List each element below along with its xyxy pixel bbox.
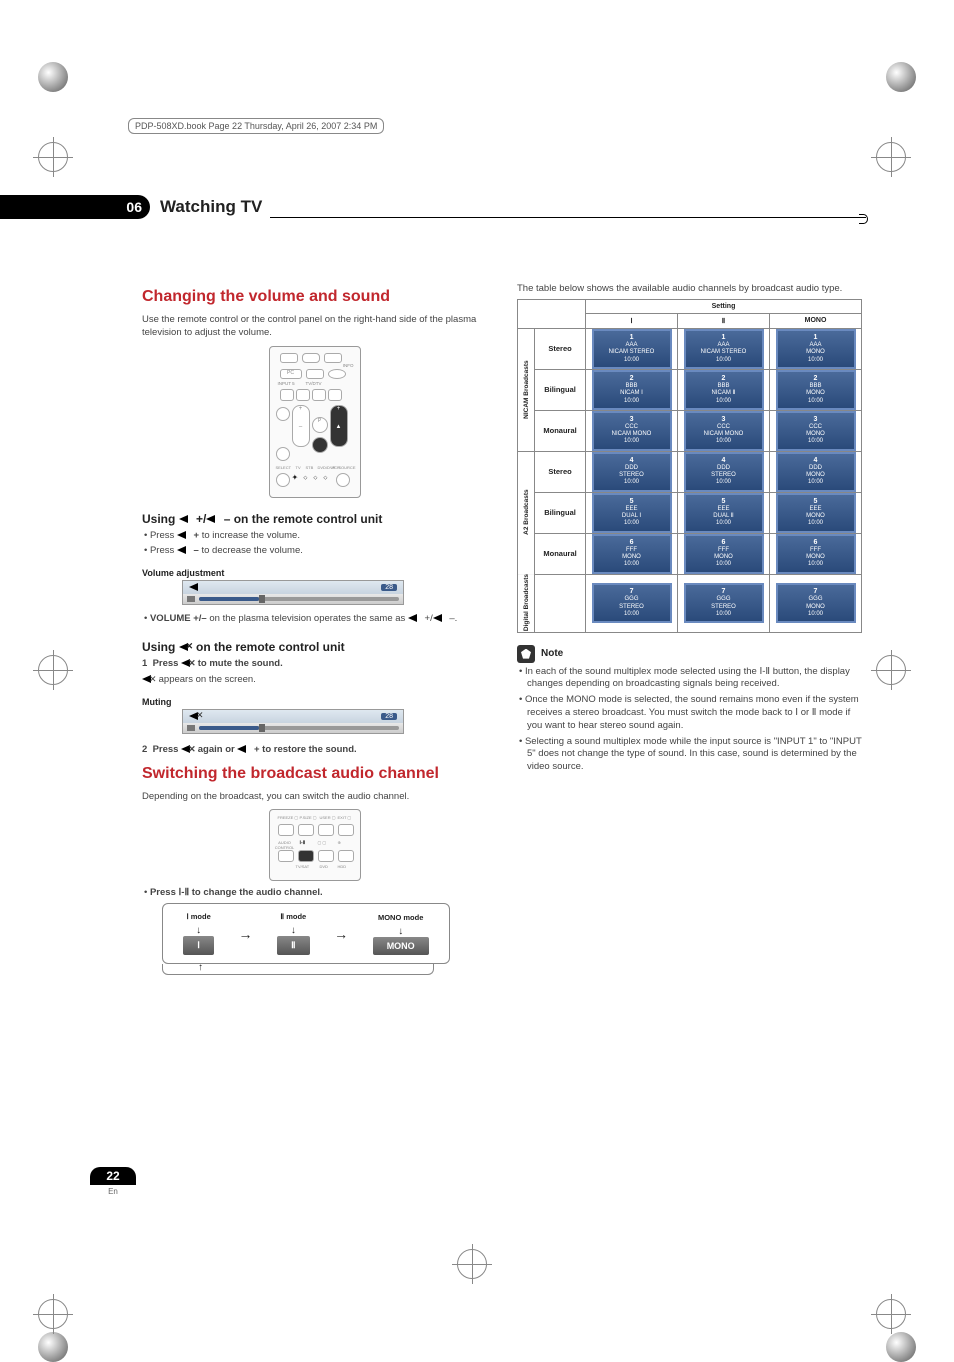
row-bilingual: Bilingual (535, 369, 586, 410)
step-mute-1: 1 Press to mute the sound. (142, 658, 487, 671)
osd-cell: 1AAANICAM STEREO10:00 (592, 329, 672, 369)
heading-using-mute: Using on the remote control unit (142, 640, 487, 654)
osd-mute-value: 28 (381, 713, 397, 720)
left-column: Changing the volume and sound Use the re… (142, 280, 487, 975)
note-label: Note (541, 648, 563, 659)
mode-2-box: Ⅱ (277, 936, 309, 955)
mute-icon (189, 712, 203, 721)
chapter-title: Watching TV (150, 197, 262, 217)
page-language: En (90, 1187, 136, 1196)
chapter-rule (270, 217, 866, 218)
step-mute-2: 2 Press again or + to restore the sound. (142, 744, 487, 757)
note-1: In each of the sound multiplex mode sele… (517, 666, 862, 692)
osd-volume-value: 28 (381, 584, 397, 591)
arrow-icon: → (239, 926, 253, 942)
label-muting: Muting (142, 697, 487, 707)
mode-1-label: Ⅰ mode (183, 912, 214, 921)
label-volume-adjustment: Volume adjustment (142, 568, 487, 578)
th-col-2: Ⅱ (678, 313, 770, 328)
bullet-tv-volume: VOLUME +/– on the plasma television oper… (142, 613, 487, 626)
remote-diagram-audio: FREEZE ▢ P.SIZE ▢ USER ▢ EXIT ▢ AUDIO CO… (269, 809, 361, 881)
crop-mark (876, 655, 916, 695)
bullet-press-change: Press Ⅰ-Ⅱ to change the audio channel. (142, 887, 487, 900)
mode-1-box: Ⅰ (183, 936, 214, 955)
th-setting: Setting (586, 299, 862, 313)
volume-down-icon (206, 515, 220, 524)
right-column: The table below shows the available audi… (517, 280, 862, 975)
volume-icon (189, 583, 203, 592)
chapter-number: 06 (0, 195, 150, 219)
paragraph-switch-intro: Depending on the broadcast, you can swit… (142, 791, 487, 804)
step-mute-1-sub: appears on the screen. (142, 674, 487, 687)
group-nicam: NICAM Broadcasts (518, 328, 535, 451)
note-2: Once the MONO mode is selected, the soun… (517, 694, 862, 732)
mode-cycle-diagram: Ⅰ mode ↓ Ⅰ → Ⅱ mode ↓ Ⅱ → MONO mode ↓ MO… (162, 903, 450, 964)
mute-icon (179, 643, 193, 652)
crop-mark (38, 62, 78, 102)
crop-mark (38, 1249, 78, 1289)
osd-cell: 1AAANICAM STEREO10:00 (684, 329, 764, 369)
crop-mark (876, 62, 916, 102)
crop-mark (38, 655, 78, 695)
volume-up-icon (179, 515, 193, 524)
note-3: Selecting a sound multiplex mode while t… (517, 736, 862, 774)
bullet-vol-decrease: Press – to decrease the volume. (142, 545, 487, 558)
th-col-1: Ⅰ (586, 313, 678, 328)
mode-3-label: MONO mode (373, 913, 429, 922)
arrow-icon: → (334, 926, 348, 942)
paragraph-table-intro: The table below shows the available audi… (517, 283, 862, 296)
chapter-header: 06 Watching TV (0, 195, 866, 219)
page-footer: 22 En (90, 1167, 136, 1196)
page-number: 22 (90, 1167, 136, 1185)
heading-switch-audio: Switching the broadcast audio channel (142, 765, 487, 783)
row-stereo: Stereo (535, 328, 586, 369)
source-file-note: PDP-508XD.book Page 22 Thursday, April 2… (128, 118, 384, 134)
bullet-vol-increase: Press + to increase the volume. (142, 530, 487, 543)
audio-channel-table: Setting Ⅰ Ⅱ MONO NICAM Broadcasts Stereo… (517, 299, 862, 633)
row-monaural: Monaural (535, 410, 586, 451)
group-digital: Digital Broadcasts (518, 574, 535, 632)
paragraph-volume-intro: Use the remote control or the control pa… (142, 314, 487, 340)
osd-volume-bar: 28 (182, 580, 404, 605)
mode-2-label: Ⅱ mode (277, 912, 309, 921)
mode-3-box: MONO (373, 937, 429, 955)
note-heading: Note (517, 645, 862, 663)
group-a2: A2 Broadcasts (518, 451, 535, 574)
th-col-3: MONO (770, 313, 862, 328)
heading-using-vol-buttons: Using +/ – on the remote control unit (142, 512, 487, 526)
remote-diagram-volume: INFO PC INPUT 5 TV/DTV +– P +▲ SELECT TV… (269, 346, 361, 498)
crop-mark (876, 1249, 916, 1289)
note-icon (517, 645, 535, 663)
crop-mark (457, 1249, 497, 1289)
heading-volume: Changing the volume and sound (142, 288, 487, 306)
osd-muting-bar: 28 (182, 709, 404, 734)
osd-cell: 1AAAMONO10:00 (776, 329, 856, 369)
